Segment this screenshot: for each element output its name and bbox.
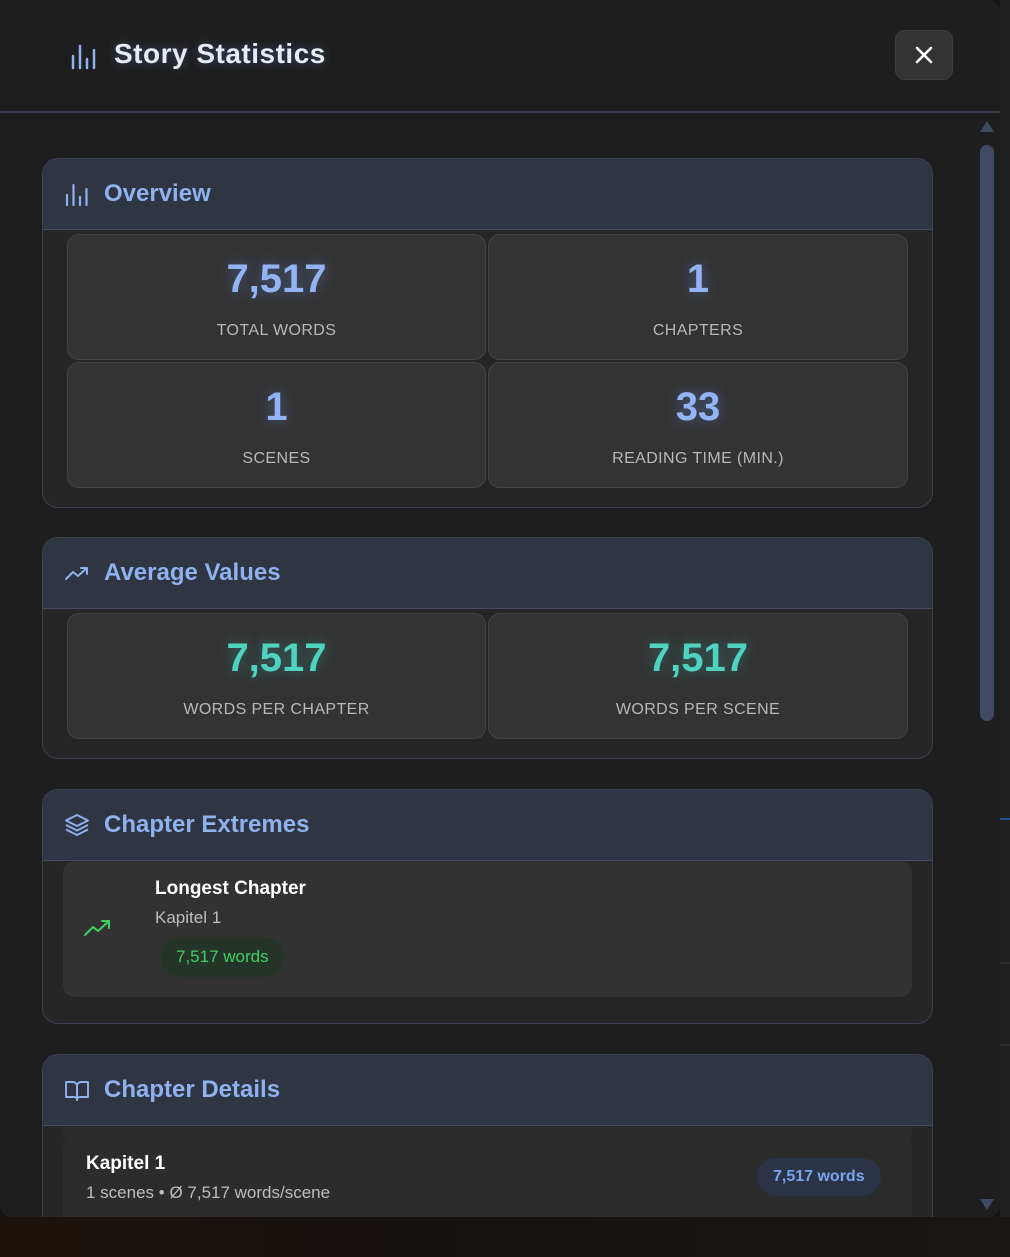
word-count-badge: 7,517 words bbox=[757, 1158, 881, 1196]
bar-chart-icon bbox=[65, 183, 88, 207]
stat-label: WORDS PER CHAPTER bbox=[183, 701, 370, 718]
section-title: Chapter Details bbox=[104, 1076, 281, 1103]
bar-chart-icon bbox=[71, 44, 96, 70]
trending-up-icon bbox=[65, 567, 88, 580]
background-app-footer bbox=[0, 1217, 1010, 1257]
modal-title: Story Statistics bbox=[114, 38, 326, 69]
stat-value: 33 bbox=[675, 385, 721, 429]
word-count-badge: 7,517 words bbox=[161, 937, 284, 977]
background-divider bbox=[1000, 1044, 1010, 1046]
stat-total-words: 7,517 TOTAL WORDS bbox=[67, 234, 486, 360]
overview-section: Overview 7,517 TOTAL WORDS 1 CHAPTERS 1 … bbox=[42, 158, 933, 508]
stat-scenes: 1 SCENES bbox=[67, 362, 486, 488]
stat-reading-time: 33 READING TIME (MIN.) bbox=[488, 362, 908, 488]
extreme-chapter-name: Kapitel 1 bbox=[155, 908, 222, 927]
stat-label: TOTAL WORDS bbox=[216, 322, 337, 339]
stat-label: CHAPTERS bbox=[652, 322, 744, 339]
stat-value: 7,517 bbox=[226, 636, 327, 680]
stat-label: WORDS PER SCENE bbox=[615, 701, 781, 718]
close-button[interactable] bbox=[895, 30, 953, 80]
chapter-row[interactable]: Kapitel 1 1 scenes • Ø 7,517 words/scene… bbox=[63, 1135, 912, 1217]
chapter-details-header: Chapter Details bbox=[43, 1055, 932, 1126]
chapter-name: Kapitel 1 bbox=[86, 1153, 166, 1174]
section-title: Average Values bbox=[104, 559, 281, 586]
average-values-section: Average Values 7,517 WORDS PER CHAPTER 7… bbox=[42, 537, 933, 759]
chapter-extremes-header: Chapter Extremes bbox=[43, 790, 932, 861]
average-values-header: Average Values bbox=[43, 538, 932, 609]
background-divider bbox=[1000, 962, 1010, 964]
stat-value: 1 bbox=[686, 257, 710, 301]
scroll-down-arrow[interactable] bbox=[980, 1199, 994, 1210]
vertical-scrollbar[interactable] bbox=[978, 115, 998, 1217]
section-title: Chapter Extremes bbox=[104, 811, 310, 838]
story-statistics-modal: Story Statistics Overview 7,517 TOTAL WO… bbox=[0, 0, 1000, 1217]
close-icon bbox=[915, 46, 933, 64]
stat-chapters: 1 CHAPTERS bbox=[488, 234, 908, 360]
overview-header: Overview bbox=[43, 159, 932, 230]
stat-words-per-scene: 7,517 WORDS PER SCENE bbox=[488, 613, 908, 739]
background-app-panel bbox=[1000, 0, 1010, 1217]
stat-words-per-chapter: 7,517 WORDS PER CHAPTER bbox=[67, 613, 486, 739]
scrollbar-thumb[interactable] bbox=[980, 145, 994, 721]
longest-chapter-card[interactable]: Longest Chapter Kapitel 1 7,517 words bbox=[63, 861, 912, 997]
trending-up-icon bbox=[84, 920, 110, 936]
background-divider bbox=[1000, 818, 1010, 820]
layers-icon bbox=[65, 814, 89, 836]
stat-value: 7,517 bbox=[647, 636, 749, 680]
section-title: Overview bbox=[104, 180, 211, 207]
stat-label: SCENES bbox=[242, 450, 311, 467]
scroll-up-arrow[interactable] bbox=[980, 121, 994, 132]
modal-scroll-content[interactable]: Overview 7,517 TOTAL WORDS 1 CHAPTERS 1 … bbox=[0, 115, 1000, 1217]
stat-value: 7,517 bbox=[226, 257, 327, 301]
chapter-summary: 1 scenes • Ø 7,517 words/scene bbox=[86, 1183, 331, 1202]
extreme-title: Longest Chapter bbox=[155, 878, 306, 899]
stat-value: 1 bbox=[265, 385, 288, 429]
stat-label: READING TIME (MIN.) bbox=[612, 450, 784, 467]
chapter-extremes-section: Chapter Extremes Longest Chapter Kapitel… bbox=[42, 789, 933, 1024]
chapter-details-section: Chapter Details Kapitel 1 1 scenes • Ø 7… bbox=[42, 1054, 933, 1217]
book-open-icon bbox=[65, 1081, 89, 1101]
modal-header: Story Statistics bbox=[0, 0, 1000, 113]
